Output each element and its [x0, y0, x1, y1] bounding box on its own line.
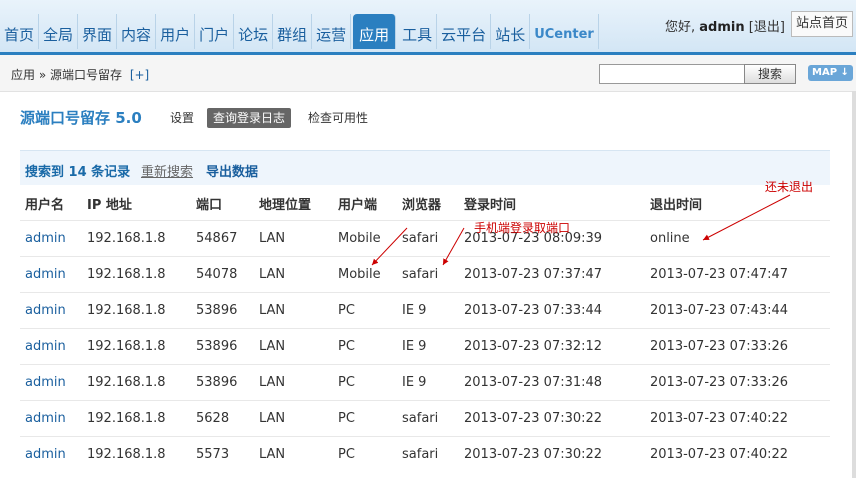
arrow-to-safari [442, 227, 465, 266]
annotation-arrows [371, 194, 791, 266]
arrow-to-online [702, 194, 791, 241]
scrollbar[interactable] [852, 91, 856, 478]
arrow-to-mobile [371, 227, 408, 266]
